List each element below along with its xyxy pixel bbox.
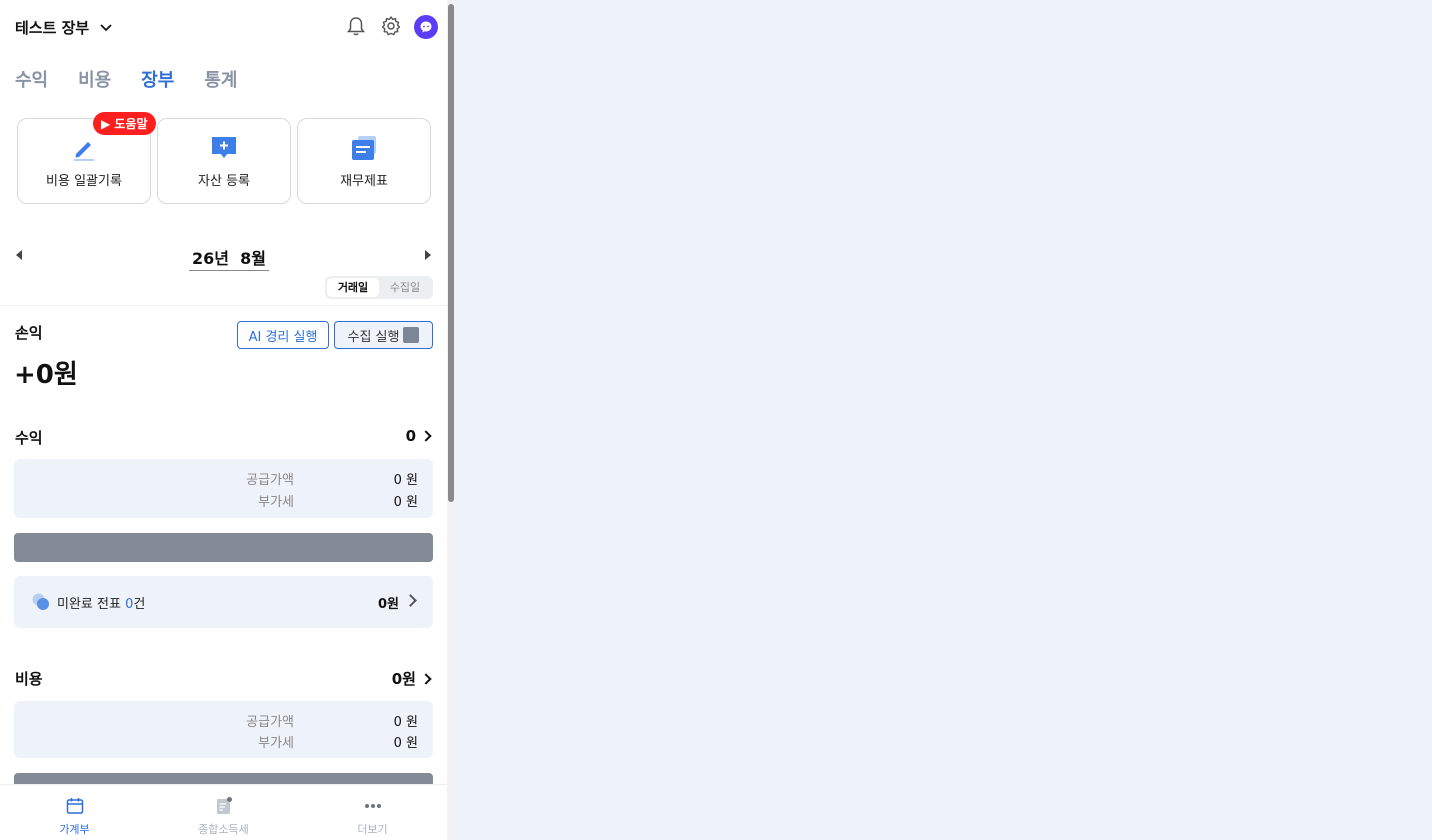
calendar-icon [66, 798, 83, 814]
expense-title: 비용 [15, 670, 43, 688]
app-header: 테스트 장부 [0, 0, 447, 54]
ai-bookkeeper-button[interactable]: AI 경리 실행 [237, 321, 329, 349]
segment-collection-date[interactable]: 수집일 [379, 278, 431, 297]
pencil-icon [74, 142, 94, 161]
vat-value: 0 원 [393, 495, 418, 510]
expense-total: 0원 [391, 670, 416, 688]
vat-label: 부가세 [258, 736, 294, 751]
supply-amount-value: 0 원 [393, 473, 418, 488]
quick-action-cards: ▶ 도움말 비용 일괄기록 자산 등록 재무제표 [17, 112, 431, 204]
income-title: 수익 [15, 429, 43, 447]
nav-more[interactable]: 더보기 [298, 785, 447, 840]
document-stack-icon [352, 136, 376, 160]
chat-bot-icon [420, 21, 432, 33]
coins-icon [32, 593, 49, 610]
divider [0, 305, 447, 306]
tab-statistics[interactable]: 통계 [204, 66, 237, 92]
expense-summary: 공급가액 0 원 부가세 0 원 [14, 701, 433, 758]
supply-amount-label: 공급가액 [246, 715, 294, 730]
date-type-segment: 거래일 수집일 [325, 276, 433, 299]
pending-amount: 0원 [377, 597, 399, 612]
card-label: 자산 등록 [198, 174, 250, 189]
month-navigator: 26년 8월 [0, 243, 447, 271]
tab-ledger[interactable]: 장부 [141, 66, 174, 92]
next-month-icon[interactable] [425, 250, 431, 260]
avatar[interactable] [414, 15, 438, 39]
nav-label: 더보기 [357, 823, 388, 836]
segment-transaction-date[interactable]: 거래일 [327, 278, 379, 297]
gear-icon[interactable] [380, 15, 402, 37]
add-chat-icon [212, 137, 236, 158]
expense-total-link[interactable]: 0원 [392, 668, 433, 689]
profit-loss-value: +0원 [14, 360, 78, 390]
tab-expense[interactable]: 비용 [78, 66, 111, 92]
main-tabs: 수익 비용 장부 통계 [15, 66, 268, 92]
collect-button[interactable]: 수집 실행 [334, 321, 433, 349]
pending-label: 미완료 전표 0건 [57, 593, 145, 612]
bell-icon[interactable] [345, 15, 367, 37]
book-selector[interactable]: 테스트 장부 [15, 17, 113, 38]
collect-label: 수집 실행 [347, 329, 400, 345]
vat-label: 부가세 [258, 495, 294, 510]
nav-label: 종합소득세 [198, 823, 249, 836]
supply-amount-label: 공급가액 [246, 473, 294, 488]
collect-icon [403, 327, 420, 343]
tab-income[interactable]: 수익 [15, 66, 48, 92]
help-badge[interactable]: ▶ 도움말 [93, 112, 156, 135]
card-label: 재무제표 [340, 174, 388, 189]
income-total-link[interactable]: 0 [406, 427, 433, 445]
income-total: 0 [405, 427, 416, 445]
supply-amount-value: 0 원 [393, 715, 418, 730]
chevron-down-icon [100, 23, 112, 31]
tax-document-icon [216, 797, 232, 814]
nav-income-tax[interactable]: 종합소득세 [149, 785, 298, 840]
nav-label: 가계부 [59, 823, 90, 836]
pending-suffix: 건 [133, 597, 146, 612]
profit-loss-label: 손익 [15, 324, 43, 342]
bottom-navigation: 가계부 종합소득세 더보기 [0, 784, 447, 840]
scrollbar-thumb[interactable] [448, 4, 454, 502]
income-summary: 공급가액 0 원 부가세 0 원 [14, 459, 433, 518]
income-bar [14, 533, 433, 562]
financial-statement-card[interactable]: 재무제표 [297, 118, 431, 204]
ledger-panel: 테스트 장부 수익 비용 장부 통계 ▶ 도움말 비용 일괄기록 자산 등록 재… [0, 0, 447, 840]
prev-month-icon[interactable] [16, 250, 22, 260]
chevron-right-icon [420, 430, 432, 442]
asset-register-card[interactable]: 자산 등록 [157, 118, 291, 204]
ai-bookkeeper-label: AI 경리 실행 [248, 329, 318, 345]
month-label[interactable]: 26년 8월 [189, 245, 269, 271]
chevron-right-icon [404, 594, 417, 607]
book-title: 테스트 장부 [15, 19, 90, 37]
chevron-right-icon [420, 672, 432, 685]
more-icon [364, 804, 381, 808]
pending-prefix: 미완료 전표 [57, 597, 126, 612]
bulk-expense-card[interactable]: ▶ 도움말 비용 일괄기록 [17, 112, 156, 204]
pending-vouchers[interactable]: 미완료 전표 0건 0원 [14, 576, 433, 628]
vat-value: 0 원 [393, 736, 418, 751]
nav-household-ledger[interactable]: 가계부 [0, 785, 149, 840]
card-label: 비용 일괄기록 [46, 174, 122, 189]
